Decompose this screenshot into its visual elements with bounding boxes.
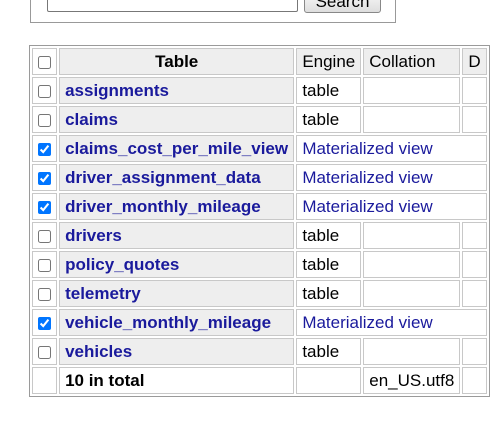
total-engine-cell	[296, 367, 362, 394]
row-select-cell	[32, 164, 58, 191]
data-length-cell	[462, 280, 487, 307]
total-collation: en_US.utf8	[363, 367, 461, 394]
engine-cell: Materialized view	[296, 309, 487, 336]
search-button[interactable]: Search	[304, 0, 381, 13]
engine-cell: table	[296, 77, 362, 104]
row-select-checkbox[interactable]	[38, 229, 52, 243]
table-row: policy_quotes table	[32, 251, 487, 278]
row-select-checkbox[interactable]	[38, 200, 52, 214]
engine-cell: table	[296, 251, 362, 278]
total-empty-cell	[32, 367, 58, 394]
table-name-cell: drivers	[59, 222, 295, 249]
table-name-link[interactable]: policy_quotes	[65, 255, 179, 274]
row-select-checkbox[interactable]	[38, 84, 52, 98]
engine-cell: Materialized view	[296, 135, 487, 162]
search-form: Search	[30, 0, 396, 23]
row-select-cell	[32, 193, 58, 220]
row-select-checkbox[interactable]	[38, 345, 52, 359]
data-length-cell	[462, 251, 487, 278]
table-name-cell: claims_cost_per_mile_view	[59, 135, 295, 162]
table-name-cell: claims	[59, 106, 295, 133]
select-all-cell	[32, 48, 58, 75]
table-name-link[interactable]: vehicles	[65, 342, 132, 361]
table-name-cell: vehicles	[59, 338, 295, 365]
table-name-cell: policy_quotes	[59, 251, 295, 278]
collation-cell	[363, 222, 461, 249]
column-header-collation[interactable]: Collation	[363, 48, 461, 75]
engine-cell: table	[296, 106, 362, 133]
table-row: vehicle_monthly_mileage Materialized view	[32, 309, 487, 336]
table-row: claims_cost_per_mile_view Materialized vi…	[32, 135, 487, 162]
table-row: vehicles table	[32, 338, 487, 365]
data-length-cell	[462, 338, 487, 365]
row-select-cell	[32, 222, 58, 249]
column-header-engine[interactable]: Engine	[296, 48, 362, 75]
table-name-link[interactable]: driver_assignment_data	[65, 168, 261, 187]
table-row: driver_monthly_mileage Materialized view	[32, 193, 487, 220]
data-length-cell	[462, 106, 487, 133]
row-select-checkbox[interactable]	[38, 171, 52, 185]
table-name-link[interactable]: driver_monthly_mileage	[65, 197, 261, 216]
table-name-link[interactable]: vehicle_monthly_mileage	[65, 313, 271, 332]
collation-cell	[363, 251, 461, 278]
data-length-cell	[462, 77, 487, 104]
column-header-table[interactable]: Table	[59, 48, 295, 75]
row-select-cell	[32, 77, 58, 104]
collation-cell	[363, 338, 461, 365]
data-length-cell	[462, 222, 487, 249]
select-all-checkbox[interactable]	[38, 55, 52, 69]
table-name-cell: driver_monthly_mileage	[59, 193, 295, 220]
total-count: 10 in total	[59, 367, 295, 394]
table-name-link[interactable]: claims_cost_per_mile_view	[65, 139, 288, 158]
table-name-cell: vehicle_monthly_mileage	[59, 309, 295, 336]
collation-cell	[363, 77, 461, 104]
table-name-link[interactable]: claims	[65, 110, 118, 129]
table-name-cell: assignments	[59, 77, 295, 104]
table-name-link[interactable]: assignments	[65, 81, 169, 100]
engine-cell: Materialized view	[296, 164, 487, 191]
table-name-cell: driver_assignment_data	[59, 164, 295, 191]
engine-cell: Materialized view	[296, 193, 487, 220]
table-row: telemetry table	[32, 280, 487, 307]
table-name-link[interactable]: drivers	[65, 226, 122, 245]
table-row: driver_assignment_data Materialized view	[32, 164, 487, 191]
collation-cell	[363, 280, 461, 307]
table-row: claims table	[32, 106, 487, 133]
row-select-cell	[32, 135, 58, 162]
search-input[interactable]	[47, 0, 298, 12]
row-select-cell	[32, 309, 58, 336]
row-select-cell	[32, 338, 58, 365]
table-row: assignments table	[32, 77, 487, 104]
engine-cell: table	[296, 222, 362, 249]
row-select-checkbox[interactable]	[38, 258, 52, 272]
engine-cell: table	[296, 338, 362, 365]
column-header-data-length[interactable]: D	[462, 48, 487, 75]
row-select-cell	[32, 106, 58, 133]
table-name-cell: telemetry	[59, 280, 295, 307]
tables-list: Table Engine Collation D assignments tabl…	[29, 45, 490, 397]
row-select-cell	[32, 280, 58, 307]
row-select-checkbox[interactable]	[38, 316, 52, 330]
row-select-checkbox[interactable]	[38, 142, 52, 156]
collation-cell	[363, 106, 461, 133]
table-row: drivers table	[32, 222, 487, 249]
total-row: 10 in total en_US.utf8	[32, 367, 487, 394]
header-row: Table Engine Collation D	[32, 48, 487, 75]
table-rows: assignments table claims table claims_cost_p…	[32, 77, 487, 365]
engine-cell: table	[296, 280, 362, 307]
table-name-link[interactable]: telemetry	[65, 284, 141, 303]
row-select-checkbox[interactable]	[38, 113, 52, 127]
row-select-cell	[32, 251, 58, 278]
row-select-checkbox[interactable]	[38, 287, 52, 301]
total-data-cell	[462, 367, 487, 394]
